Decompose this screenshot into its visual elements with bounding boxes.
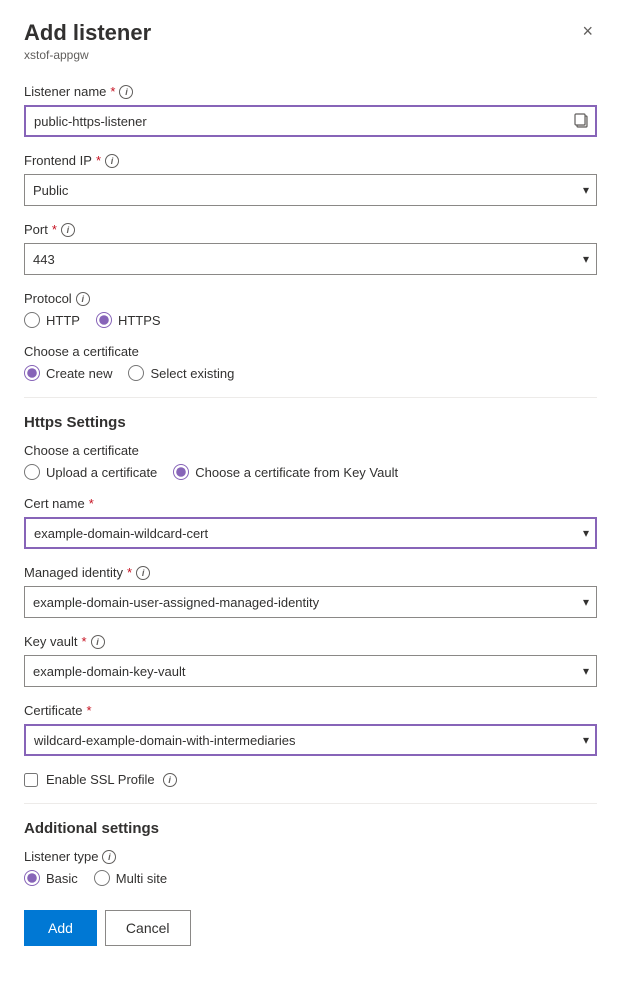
additional-settings-heading: Additional settings [24,820,597,837]
https-cert-source-group: Choose a certificate Upload a certificat… [24,443,597,480]
cert-name-select-wrapper: example-domain-wildcard-cert ▾ [24,517,597,549]
protocol-label: Protocol i [24,291,597,306]
keyvault-cert-label: Choose a certificate from Key Vault [195,465,398,480]
certificate-select[interactable]: wildcard-example-domain-with-intermediar… [24,724,597,756]
protocol-https-radio[interactable] [96,312,112,328]
cert-select-existing-option[interactable]: Select existing [128,365,234,381]
listener-type-label: Listener type i [24,849,597,864]
listener-name-label: Listener name * i [24,84,597,99]
listener-type-radio-group: Basic Multi site [24,870,597,886]
add-button[interactable]: Add [24,910,97,946]
port-select-wrapper: 443 80 ▾ [24,243,597,275]
certificate-label: Certificate * [24,703,597,718]
listener-type-basic-option[interactable]: Basic [24,870,78,886]
listener-type-multisite-radio[interactable] [94,870,110,886]
cert-choice-label: Choose a certificate [24,344,597,359]
listener-name-group: Listener name * i [24,84,597,137]
protocol-https-option[interactable]: HTTPS [96,312,161,328]
listener-type-info-icon[interactable]: i [102,850,116,864]
upload-cert-label: Upload a certificate [46,465,157,480]
frontend-ip-label: Frontend IP * i [24,153,597,168]
listener-name-copy-icon[interactable] [573,112,591,130]
https-settings-heading: Https Settings [24,414,597,431]
frontend-ip-info-icon[interactable]: i [105,154,119,168]
protocol-http-radio[interactable] [24,312,40,328]
managed-identity-label: Managed identity * i [24,565,597,580]
keyvault-cert-option[interactable]: Choose a certificate from Key Vault [173,464,398,480]
required-star-3: * [52,222,57,237]
required-star-5: * [127,565,132,580]
ssl-profile-info-icon[interactable]: i [163,773,177,787]
port-info-icon[interactable]: i [61,223,75,237]
certificate-group: Certificate * wildcard-example-domain-wi… [24,703,597,756]
managed-identity-group: Managed identity * i example-domain-user… [24,565,597,618]
cert-choice-group: Choose a certificate Create new Select e… [24,344,597,381]
cert-create-new-option[interactable]: Create new [24,365,112,381]
https-cert-source-radio-group: Upload a certificate Choose a certificat… [24,464,597,480]
listener-type-multisite-label: Multi site [116,871,167,886]
cert-create-new-label: Create new [46,366,112,381]
protocol-http-option[interactable]: HTTP [24,312,80,328]
key-vault-info-icon[interactable]: i [91,635,105,649]
key-vault-group: Key vault * i example-domain-key-vault ▾ [24,634,597,687]
section-divider [24,397,597,398]
add-listener-panel: Add listener xstof-appgw × Listener name… [0,0,621,1000]
required-star-7: * [87,703,92,718]
footer-actions: Add Cancel [24,910,597,946]
protocol-https-label: HTTPS [118,313,161,328]
cert-choice-radio-group: Create new Select existing [24,365,597,381]
certificate-select-wrapper: wildcard-example-domain-with-intermediar… [24,724,597,756]
listener-name-input-wrapper [24,105,597,137]
upload-cert-option[interactable]: Upload a certificate [24,464,157,480]
key-vault-label: Key vault * i [24,634,597,649]
protocol-http-label: HTTP [46,313,80,328]
keyvault-cert-radio[interactable] [173,464,189,480]
panel-title: Add listener [24,20,151,46]
port-label: Port * i [24,222,597,237]
frontend-ip-group: Frontend IP * i Public Private ▾ [24,153,597,206]
key-vault-select[interactable]: example-domain-key-vault [24,655,597,687]
upload-cert-radio[interactable] [24,464,40,480]
managed-identity-select[interactable]: example-domain-user-assigned-managed-ide… [24,586,597,618]
managed-identity-info-icon[interactable]: i [136,566,150,580]
frontend-ip-select[interactable]: Public Private [24,174,597,206]
cert-name-label: Cert name * [24,496,597,511]
ssl-profile-checkbox[interactable] [24,773,38,787]
listener-name-input[interactable] [24,105,597,137]
required-star-4: * [89,496,94,511]
cert-create-new-radio[interactable] [24,365,40,381]
required-star: * [110,84,115,99]
listener-type-basic-radio[interactable] [24,870,40,886]
cert-select-existing-label: Select existing [150,366,234,381]
managed-identity-select-wrapper: example-domain-user-assigned-managed-ide… [24,586,597,618]
panel-header: Add listener xstof-appgw × [24,20,597,80]
close-button[interactable]: × [578,20,597,42]
listener-name-info-icon[interactable]: i [119,85,133,99]
section-divider-2 [24,803,597,804]
protocol-radio-group: HTTP HTTPS [24,312,597,328]
frontend-ip-select-wrapper: Public Private ▾ [24,174,597,206]
panel-subtitle: xstof-appgw [24,48,151,62]
cert-name-select[interactable]: example-domain-wildcard-cert [24,517,597,549]
required-star-2: * [96,153,101,168]
listener-type-group: Listener type i Basic Multi site [24,849,597,886]
ssl-profile-row: Enable SSL Profile i [24,772,597,787]
header-text: Add listener xstof-appgw [24,20,151,80]
required-star-6: * [81,634,86,649]
listener-type-multisite-option[interactable]: Multi site [94,870,167,886]
listener-type-basic-label: Basic [46,871,78,886]
port-select[interactable]: 443 80 [24,243,597,275]
protocol-info-icon[interactable]: i [76,292,90,306]
cert-name-group: Cert name * example-domain-wildcard-cert… [24,496,597,549]
protocol-group: Protocol i HTTP HTTPS [24,291,597,328]
port-group: Port * i 443 80 ▾ [24,222,597,275]
ssl-profile-label: Enable SSL Profile [46,772,155,787]
https-cert-source-label: Choose a certificate [24,443,597,458]
cancel-button[interactable]: Cancel [105,910,191,946]
key-vault-select-wrapper: example-domain-key-vault ▾ [24,655,597,687]
cert-select-existing-radio[interactable] [128,365,144,381]
